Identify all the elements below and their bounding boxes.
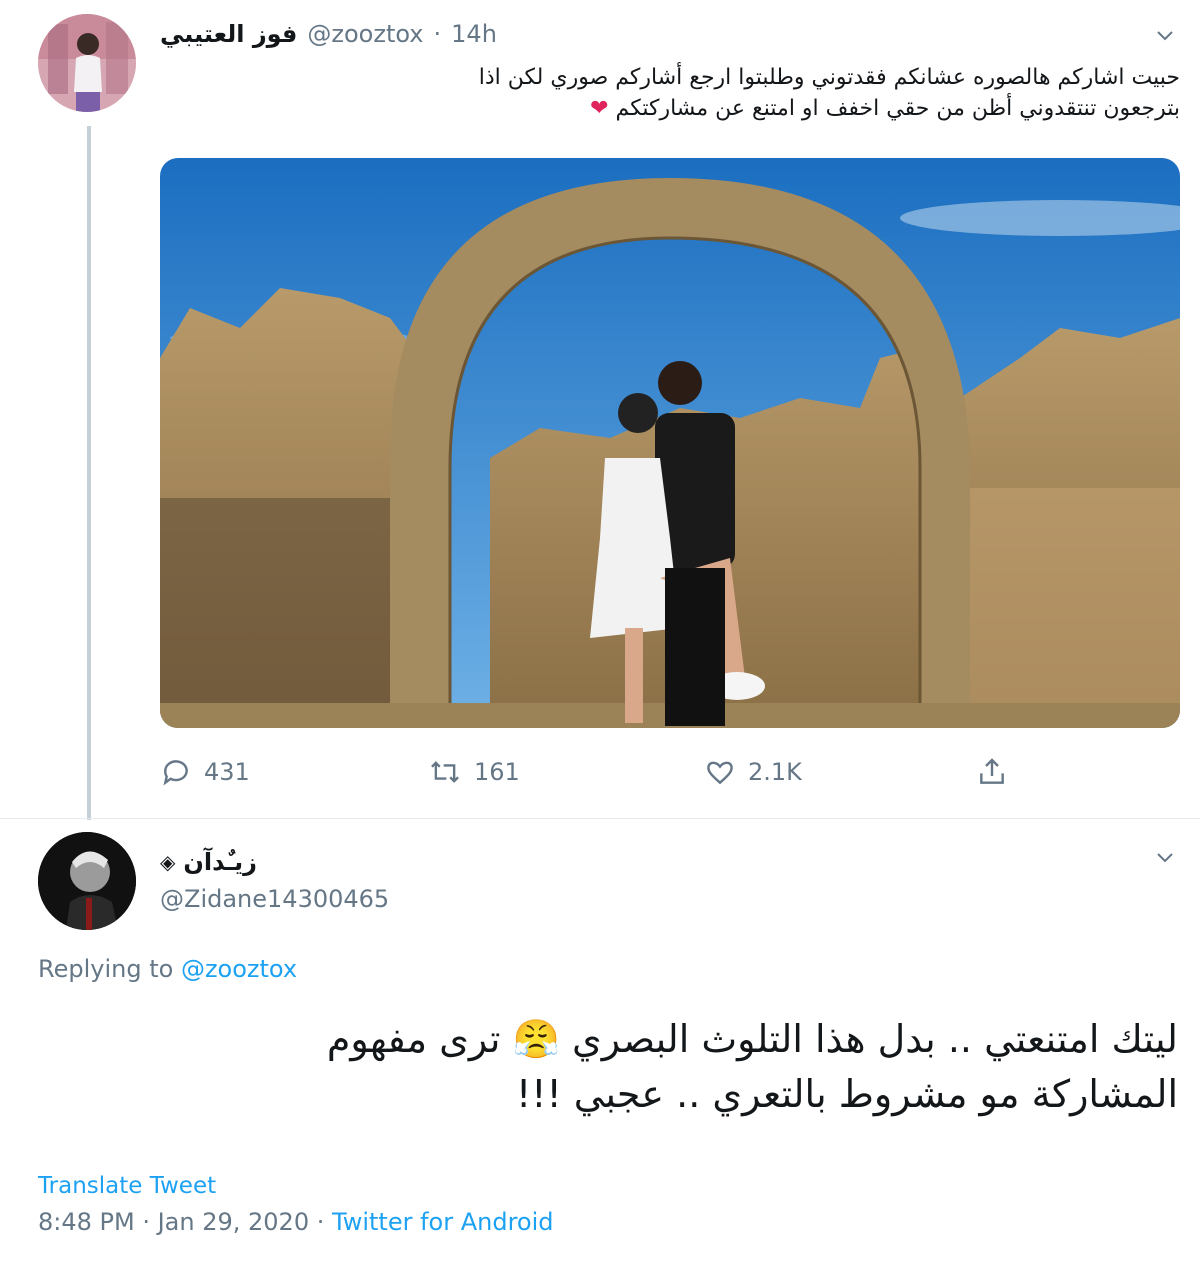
separator: ·: [316, 1208, 325, 1236]
tweet-text-line: بترجعون تنتقدوني أظن من حقي اخفف او امتن…: [200, 93, 1180, 124]
reply-icon: [163, 760, 188, 786]
handle[interactable]: @Zidane14300465: [160, 885, 389, 913]
translate-tweet-link[interactable]: Translate Tweet: [38, 1173, 216, 1199]
display-name[interactable]: فوز العتيبي: [160, 20, 297, 48]
tweet-source[interactable]: Twitter for Android: [332, 1208, 553, 1236]
tweet-actions: 431 161 2.1K: [160, 756, 1180, 796]
share-icon: [980, 758, 1004, 784]
tweet-text-segment: ترى مفهوم: [326, 1017, 501, 1061]
replying-to: Replying to @zooztox: [38, 955, 297, 983]
replying-to-label: Replying to: [38, 955, 174, 983]
timestamp[interactable]: 8:48 PM · Jan 29, 2020: [38, 1208, 309, 1236]
avatar-image: [38, 14, 136, 112]
emoji: 😤: [512, 1017, 560, 1061]
tweet-text-line: المشاركة مو مشروط بالتعري .. عجبي !!!: [515, 1072, 1178, 1116]
retweet-count: 161: [474, 758, 520, 786]
tweet-text-segment: ليتك امتنعتي .. بدل هذا التلوث البصري: [571, 1017, 1178, 1061]
avatar[interactable]: [38, 14, 136, 112]
chevron-down-icon[interactable]: [1156, 26, 1174, 44]
heart-emoji: ❤: [590, 96, 609, 121]
handle[interactable]: @zooztox: [307, 20, 423, 48]
tweet-text: ليتك امتنعتي .. بدل هذا التلوث البصري 😤 …: [58, 1012, 1178, 1122]
avatar[interactable]: [38, 832, 136, 930]
chevron-down-icon[interactable]: [1156, 848, 1174, 866]
share-button[interactable]: [976, 756, 1008, 788]
retweet-icon: [431, 761, 459, 783]
like-count: 2.1K: [748, 758, 802, 786]
reply-button[interactable]: 431: [160, 756, 250, 788]
thread-connector-line: [87, 126, 91, 820]
like-icon: [707, 761, 733, 785]
tweet-media-image[interactable]: [160, 158, 1180, 728]
separator: ·: [433, 20, 442, 48]
divider: [0, 818, 1200, 819]
tweet-text-segment: بترجعون تنتقدوني أظن من حقي اخفف او امتن…: [615, 96, 1180, 121]
photo: [160, 158, 1180, 728]
retweet-button[interactable]: 161: [428, 756, 520, 788]
tweet-text: حبيت اشاركم هالصوره عشانكم فقدتوني وطلبت…: [200, 62, 1180, 124]
tweet-time[interactable]: 14h: [451, 20, 497, 48]
verified-badge-icon: ◈: [160, 850, 176, 874]
reply-count: 431: [204, 758, 250, 786]
like-button[interactable]: 2.1K: [704, 756, 802, 788]
display-name[interactable]: زيـٌدآن: [183, 848, 257, 876]
replying-to-handle[interactable]: @zooztox: [181, 955, 297, 983]
tweet-text-line: ليتك امتنعتي .. بدل هذا التلوث البصري 😤 …: [58, 1012, 1178, 1067]
tweet-metadata: 8:48 PM · Jan 29, 2020 · Twitter for And…: [38, 1208, 554, 1236]
tweet-text-line: حبيت اشاركم هالصوره عشانكم فقدتوني وطلبت…: [478, 65, 1180, 90]
avatar-image: [38, 832, 136, 930]
